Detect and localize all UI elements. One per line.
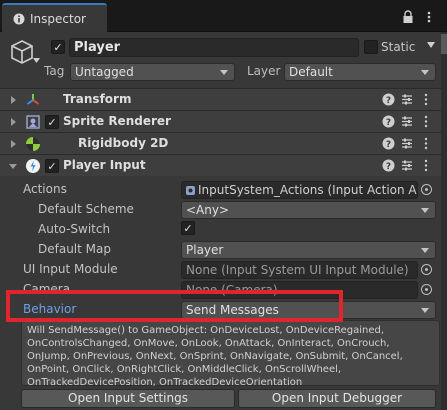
input-actions-asset-icon: [186, 186, 195, 195]
component-header-transform[interactable]: Transform ?: [0, 88, 447, 110]
behavior-value: Send Messages: [186, 303, 279, 317]
info-icon: [13, 13, 25, 24]
kebab-menu-icon[interactable]: [424, 159, 428, 172]
presets-icon[interactable]: [401, 115, 413, 128]
inspector-tab[interactable]: Inspector: [2, 3, 107, 32]
rigidbody-2d-icon: [26, 137, 40, 151]
help-icon[interactable]: ?: [382, 93, 395, 106]
behavior-help-box: Will SendMessage() to GameObject: OnDevi…: [21, 320, 440, 388]
open-input-settings-button[interactable]: Open Input Settings: [21, 389, 235, 408]
auto-switch-checkbox[interactable]: ✓: [181, 221, 195, 235]
camera-field[interactable]: None (Camera): [181, 281, 418, 299]
default-map-dropdown[interactable]: Player: [181, 241, 436, 259]
foldout-arrow-icon[interactable]: [9, 164, 17, 169]
chevron-down-icon: [220, 70, 228, 75]
component-title-sprite-renderer: Sprite Renderer: [63, 114, 171, 128]
component-header-rigidbody-2d[interactable]: Rigidbody 2D ?: [0, 132, 447, 154]
kebab-menu-icon[interactable]: [424, 93, 428, 106]
tag-value: Untagged: [75, 65, 134, 79]
kebab-menu-icon[interactable]: [424, 137, 428, 150]
chevron-down-icon: [421, 208, 429, 213]
tab-title: Inspector: [30, 11, 86, 26]
actions-field[interactable]: InputSystem_Actions (Input Action Ass: [181, 181, 418, 199]
chevron-down-icon: [421, 248, 429, 253]
presets-icon[interactable]: [401, 93, 413, 106]
help-icon[interactable]: ?: [382, 115, 395, 128]
kebab-menu-icon[interactable]: [424, 10, 434, 24]
component-title-transform: Transform: [63, 92, 132, 106]
tag-label: Tag: [44, 64, 65, 78]
object-picker-icon[interactable]: [421, 284, 432, 295]
auto-switch-label: Auto-Switch: [38, 222, 111, 236]
layer-dropdown[interactable]: Default: [284, 63, 436, 81]
inspector-scrollbar[interactable]: [441, 32, 447, 410]
player-input-icon: [26, 159, 40, 173]
object-picker-icon[interactable]: [421, 264, 432, 275]
help-icon[interactable]: ?: [382, 137, 395, 150]
component-header-player-input[interactable]: ✓ Player Input ?: [0, 154, 447, 176]
default-map-label: Default Map: [38, 242, 111, 256]
object-picker-icon[interactable]: [421, 184, 432, 195]
static-dropdown-arrow-icon[interactable]: [427, 42, 435, 48]
actions-label: Actions: [23, 182, 67, 196]
foldout-arrow-icon[interactable]: [11, 140, 16, 148]
ui-input-module-field[interactable]: None (Input System UI Input Module): [181, 261, 418, 279]
help-icon[interactable]: ?: [382, 159, 395, 172]
default-map-value: Player: [186, 243, 224, 257]
foldout-arrow-icon[interactable]: [11, 118, 16, 126]
object-name-field[interactable]: Player: [69, 38, 359, 57]
tag-dropdown[interactable]: Untagged: [70, 63, 235, 81]
presets-icon[interactable]: [401, 137, 413, 150]
sprite-renderer-icon: [26, 115, 40, 129]
layer-value: Default: [289, 65, 333, 79]
default-scheme-value: <Any>: [186, 203, 230, 217]
component-enabled-checkbox[interactable]: ✓: [45, 115, 59, 129]
lock-icon[interactable]: [402, 10, 414, 24]
foldout-arrow-icon[interactable]: [11, 96, 16, 104]
svg-text:?: ?: [386, 118, 391, 128]
kebab-menu-icon[interactable]: [424, 115, 428, 128]
layer-label: Layer: [247, 64, 281, 78]
presets-icon[interactable]: [401, 159, 413, 172]
component-title-rigidbody-2d: Rigidbody 2D: [78, 136, 169, 150]
transform-icon: [26, 94, 40, 105]
component-enabled-checkbox[interactable]: ✓: [45, 159, 59, 173]
component-header-sprite-renderer[interactable]: ✓ Sprite Renderer ?: [0, 110, 447, 132]
icon-dropdown-arrow-icon[interactable]: [33, 58, 40, 63]
component-title-player-input: Player Input: [63, 158, 146, 172]
active-checkbox[interactable]: ✓: [51, 40, 65, 54]
open-input-debugger-button[interactable]: Open Input Debugger: [238, 389, 436, 408]
svg-text:?: ?: [386, 96, 391, 106]
static-label: Static: [381, 40, 416, 54]
chevron-down-icon: [421, 308, 429, 313]
behavior-label: Behavior: [23, 302, 77, 316]
inspector-tab-bar: Inspector: [0, 0, 447, 32]
svg-text:?: ?: [386, 162, 391, 172]
actions-value: InputSystem_Actions (Input Action Ass: [198, 183, 418, 197]
static-checkbox[interactable]: [364, 40, 378, 54]
svg-text:?: ?: [386, 140, 391, 150]
behavior-dropdown[interactable]: Send Messages: [181, 301, 436, 319]
default-scheme-dropdown[interactable]: <Any>: [181, 201, 436, 219]
chevron-down-icon: [421, 70, 429, 75]
camera-label: Camera: [23, 282, 71, 296]
ui-input-module-label: UI Input Module: [23, 262, 118, 276]
default-scheme-label: Default Scheme: [38, 202, 134, 216]
gameobject-cube-icon[interactable]: [8, 38, 36, 66]
scrollbar-thumb[interactable]: [441, 34, 447, 54]
